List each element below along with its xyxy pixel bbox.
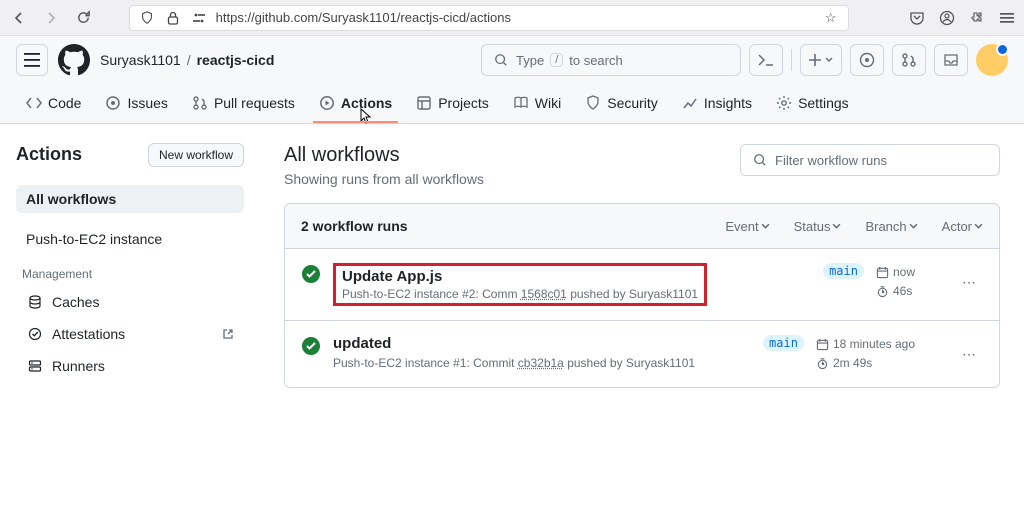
success-icon bbox=[301, 336, 321, 356]
create-new-button[interactable] bbox=[800, 44, 842, 76]
github-logo[interactable] bbox=[58, 44, 90, 76]
gear-icon bbox=[776, 95, 792, 111]
page-title: All workflows bbox=[284, 144, 484, 167]
account-icon[interactable] bbox=[938, 9, 956, 27]
search-kbd: / bbox=[550, 53, 563, 67]
sidebar: Actions New workflow All workflows Push-… bbox=[0, 124, 260, 408]
git-pr-icon bbox=[192, 95, 208, 111]
tab-settings[interactable]: Settings bbox=[766, 84, 859, 124]
run-count: 2 workflow runs bbox=[301, 218, 408, 234]
main-content: All workflows Showing runs from all work… bbox=[260, 124, 1024, 408]
permissions-icon bbox=[190, 9, 208, 27]
search-label: Type bbox=[516, 53, 544, 68]
stopwatch-icon bbox=[816, 357, 829, 370]
breadcrumb-owner[interactable]: Suryask1101 bbox=[100, 52, 181, 68]
star-icon[interactable]: ☆ bbox=[822, 9, 840, 27]
branch-badge[interactable]: main bbox=[763, 335, 804, 351]
run-menu-button[interactable]: ⋯ bbox=[955, 268, 983, 296]
pull-requests-tray-button[interactable] bbox=[892, 44, 926, 76]
issues-icon bbox=[105, 95, 121, 111]
run-menu-button[interactable]: ⋯ bbox=[955, 340, 983, 368]
sidebar-management-label: Management bbox=[22, 267, 244, 281]
filter-status[interactable]: Status bbox=[794, 219, 842, 234]
calendar-icon bbox=[876, 266, 889, 279]
github-header: Suryask1101 / reactjs-cicd Type / to sea… bbox=[0, 36, 1024, 84]
tab-pull-requests[interactable]: Pull requests bbox=[182, 84, 305, 124]
sidebar-all-workflows[interactable]: All workflows bbox=[16, 185, 244, 213]
workflow-run-row[interactable]: updated Push-to-EC2 instance #1: Commit … bbox=[285, 321, 999, 387]
run-title: Update App.js bbox=[342, 268, 442, 285]
search-icon bbox=[492, 51, 510, 69]
command-palette-button[interactable] bbox=[749, 44, 783, 76]
tab-actions[interactable]: Actions bbox=[309, 84, 402, 124]
filter-runs-input[interactable]: Filter workflow runs bbox=[740, 144, 1000, 176]
sidebar-workflow-item[interactable]: Push-to-EC2 instance bbox=[16, 225, 244, 253]
avatar[interactable] bbox=[976, 44, 1008, 76]
search-icon bbox=[751, 151, 769, 169]
tab-code[interactable]: Code bbox=[16, 84, 91, 124]
breadcrumb-sep: / bbox=[187, 52, 191, 68]
calendar-icon bbox=[816, 338, 829, 351]
repo-nav: Code Issues Pull requests Actions Projec… bbox=[0, 84, 1024, 124]
sidebar-attestations[interactable]: Attestations bbox=[16, 319, 244, 349]
inbox-button[interactable] bbox=[934, 44, 968, 76]
filter-actor[interactable]: Actor bbox=[942, 219, 983, 234]
browser-forward-button[interactable] bbox=[40, 7, 62, 29]
lock-icon bbox=[164, 9, 182, 27]
play-icon bbox=[319, 95, 335, 111]
tab-issues[interactable]: Issues bbox=[95, 84, 177, 124]
filter-event[interactable]: Event bbox=[725, 219, 769, 234]
browser-back-button[interactable] bbox=[8, 7, 30, 29]
sidebar-caches[interactable]: Caches bbox=[16, 287, 244, 317]
database-icon bbox=[26, 293, 44, 311]
workflow-run-row[interactable]: Update App.js Push-to-EC2 instance #2: C… bbox=[285, 249, 999, 321]
success-icon bbox=[301, 264, 321, 284]
commit-sha[interactable]: cb32b1a bbox=[518, 356, 564, 370]
tab-insights[interactable]: Insights bbox=[672, 84, 762, 124]
verified-icon bbox=[26, 325, 44, 343]
tab-security[interactable]: Security bbox=[575, 84, 668, 124]
sidebar-runners[interactable]: Runners bbox=[16, 351, 244, 381]
filter-branch[interactable]: Branch bbox=[865, 219, 917, 234]
extensions-icon[interactable] bbox=[968, 9, 986, 27]
stopwatch-icon bbox=[876, 285, 889, 298]
server-icon bbox=[26, 357, 44, 375]
tab-projects[interactable]: Projects bbox=[406, 84, 499, 124]
graph-icon bbox=[682, 95, 698, 111]
shield-icon bbox=[138, 9, 156, 27]
shield-icon bbox=[585, 95, 601, 111]
app-menu-icon[interactable] bbox=[998, 9, 1016, 27]
run-title: updated bbox=[333, 335, 751, 352]
url-text: https://github.com/Suryask1101/reactjs-c… bbox=[216, 10, 814, 25]
tab-wiki[interactable]: Wiki bbox=[503, 84, 571, 124]
hamburger-button[interactable] bbox=[16, 44, 48, 76]
address-bar[interactable]: https://github.com/Suryask1101/reactjs-c… bbox=[129, 5, 849, 31]
breadcrumb: Suryask1101 / reactjs-cicd bbox=[100, 52, 274, 68]
book-icon bbox=[513, 95, 529, 111]
external-link-icon bbox=[222, 328, 234, 340]
code-icon bbox=[26, 95, 42, 111]
search-button[interactable]: Type / to search bbox=[481, 44, 741, 76]
new-workflow-button[interactable]: New workflow bbox=[148, 143, 244, 167]
page-subtitle: Showing runs from all workflows bbox=[284, 171, 484, 187]
workflow-runs-box: 2 workflow runs Event Status Branch Acto… bbox=[284, 203, 1000, 388]
browser-toolbar: https://github.com/Suryask1101/reactjs-c… bbox=[0, 0, 1024, 36]
save-pocket-icon[interactable] bbox=[908, 9, 926, 27]
commit-sha[interactable]: 1568c01 bbox=[521, 287, 567, 301]
breadcrumb-repo[interactable]: reactjs-cicd bbox=[197, 52, 275, 68]
browser-reload-button[interactable] bbox=[72, 7, 94, 29]
search-suffix: to search bbox=[569, 53, 622, 68]
branch-badge[interactable]: main bbox=[823, 263, 864, 279]
filter-placeholder: Filter workflow runs bbox=[775, 153, 887, 168]
issues-tray-button[interactable] bbox=[850, 44, 884, 76]
table-icon bbox=[416, 95, 432, 111]
